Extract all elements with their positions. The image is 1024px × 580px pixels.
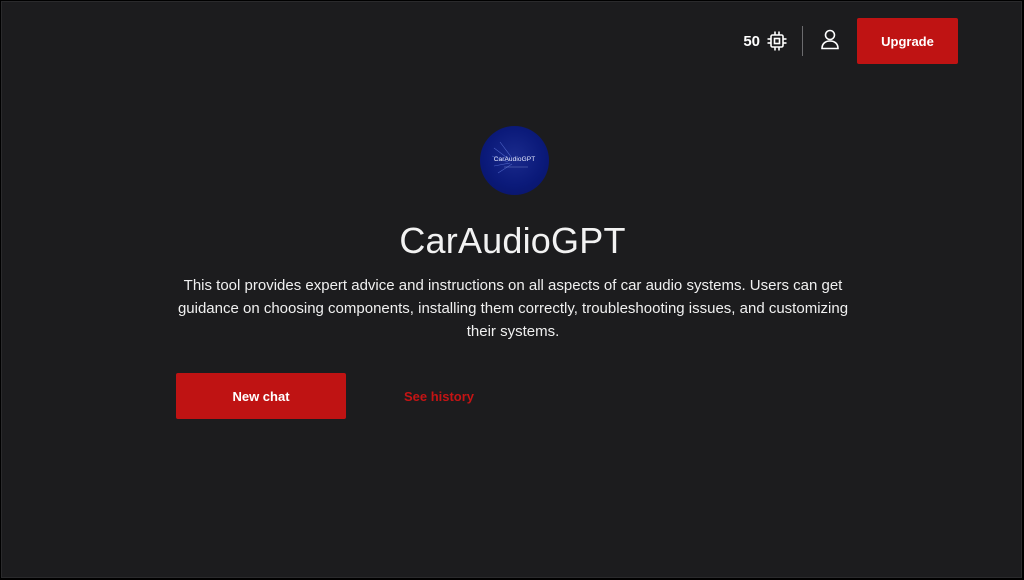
new-chat-button[interactable]: New chat	[176, 373, 346, 419]
credits-indicator[interactable]: 50	[743, 30, 802, 52]
tool-description: This tool provides expert advice and ins…	[177, 277, 849, 340]
app-window: 50 Upgrade CarAudioGPT CarAudioGPT This …	[1, 1, 1022, 578]
chip-icon	[766, 30, 788, 52]
credits-count: 50	[743, 32, 760, 50]
tool-title: CarAudioGPT	[399, 220, 626, 261]
user-icon	[820, 28, 840, 55]
top-bar: 50 Upgrade	[743, 18, 958, 64]
logo-text: CarAudioGPT	[493, 156, 536, 163]
tool-logo: CarAudioGPT	[480, 126, 549, 195]
see-history-link[interactable]: See history	[370, 373, 508, 419]
upgrade-button[interactable]: Upgrade	[857, 18, 958, 64]
user-account-button[interactable]	[803, 18, 857, 64]
